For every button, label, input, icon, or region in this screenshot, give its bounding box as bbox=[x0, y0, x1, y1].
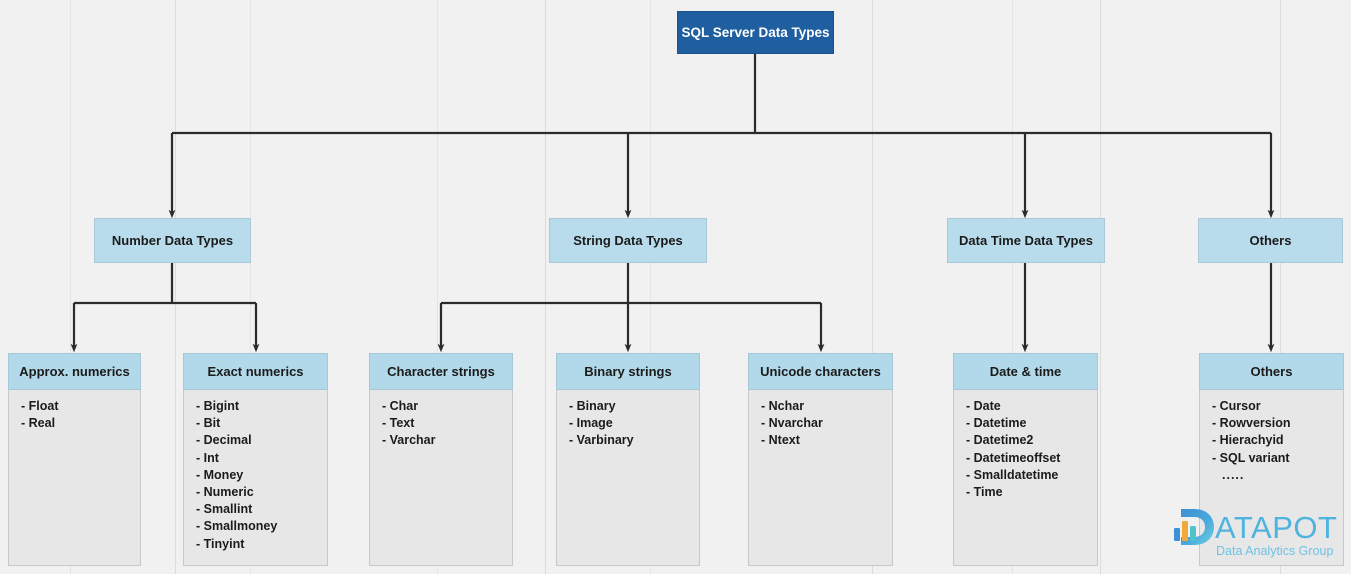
list-item: - Smalldatetime bbox=[966, 467, 1059, 482]
leaf-header: Date & time bbox=[953, 353, 1098, 390]
background-gridline bbox=[1100, 0, 1101, 574]
leaf-header: Exact numerics bbox=[183, 353, 328, 390]
node-data-time-data-types[interactable]: Data Time Data Types bbox=[947, 218, 1105, 263]
list-item: - Decimal bbox=[196, 433, 252, 448]
leaf-header: Unicode characters bbox=[748, 353, 893, 390]
list-item: - Date bbox=[966, 399, 1001, 413]
background-gridline bbox=[175, 0, 176, 574]
list-item: - Bigint bbox=[196, 399, 240, 413]
node-label: Number Data Types bbox=[111, 233, 234, 248]
diagram-canvas: SQL Server Data Types Number Data Types … bbox=[0, 0, 1351, 574]
list-item: - Binary bbox=[569, 399, 616, 413]
leaf-header: Binary strings bbox=[556, 353, 700, 390]
list-item: - Rowversion bbox=[1212, 416, 1291, 431]
list-item: - Hierachyid bbox=[1212, 433, 1284, 448]
leaf-body: - Binary - Image - Varbinary bbox=[556, 390, 700, 566]
list-item: - Varchar bbox=[382, 433, 436, 448]
list-item: - Real bbox=[21, 416, 56, 431]
list-item: - SQL variant bbox=[1212, 450, 1290, 465]
list-item: - Cursor bbox=[1212, 399, 1261, 413]
node-others[interactable]: Others bbox=[1198, 218, 1343, 263]
background-gridline bbox=[545, 0, 546, 574]
leaf-group-exact-numerics[interactable]: Exact numerics - Bigint - Bit - Decimal … bbox=[183, 353, 328, 566]
leaf-body: - Date - Datetime - Datetime2 - Datetime… bbox=[953, 390, 1098, 566]
list-item: - Datetimeoffset bbox=[966, 450, 1061, 465]
list-item: - Ntext bbox=[761, 433, 800, 448]
list-item: - Smallint bbox=[196, 502, 253, 517]
list-item: - Datetime2 bbox=[966, 433, 1034, 448]
list-item: - Image bbox=[569, 416, 613, 431]
leaf-header: Approx. numerics bbox=[8, 353, 141, 390]
list-item-ellipsis: ..... bbox=[1222, 467, 1245, 482]
leaf-header: Others bbox=[1199, 353, 1344, 390]
leaf-group-binary-strings[interactable]: Binary strings - Binary - Image - Varbin… bbox=[556, 353, 700, 566]
leaf-group-approx-numerics[interactable]: Approx. numerics - Float - Real bbox=[8, 353, 141, 566]
list-item: - Time bbox=[966, 485, 1003, 500]
list-item: - Text bbox=[382, 416, 415, 431]
list-item: - Nvarchar bbox=[761, 416, 823, 431]
list-item: - Bit bbox=[196, 416, 221, 431]
logo-wordmark-row: ATAPOT bbox=[1172, 506, 1337, 548]
list-item: - Money bbox=[196, 467, 244, 482]
node-number-data-types[interactable]: Number Data Types bbox=[94, 218, 251, 263]
list-item: - Float bbox=[21, 399, 59, 413]
root-node-label: SQL Server Data Types bbox=[681, 25, 830, 40]
list-item: - Nchar bbox=[761, 399, 805, 413]
leaf-body: - Float - Real bbox=[8, 390, 141, 566]
node-label: Data Time Data Types bbox=[959, 233, 1093, 248]
list-item: - Smallmoney bbox=[196, 519, 278, 534]
leaf-group-unicode-characters[interactable]: Unicode characters - Nchar - Nvarchar - … bbox=[748, 353, 893, 566]
logo-wordmark-text: ATAPOT bbox=[1215, 509, 1338, 545]
datapot-logo: ATAPOT Data Analytics Group bbox=[1172, 506, 1348, 568]
leaf-body: - Char - Text - Varchar bbox=[369, 390, 513, 566]
list-item: - Numeric bbox=[196, 485, 254, 500]
leaf-group-character-strings[interactable]: Character strings - Char - Text - Varcha… bbox=[369, 353, 513, 566]
list-item: - Tinyint bbox=[196, 536, 245, 551]
root-node-sql-server-data-types[interactable]: SQL Server Data Types bbox=[677, 11, 834, 54]
leaf-group-date-and-time[interactable]: Date & time - Date - Datetime - Datetime… bbox=[953, 353, 1098, 566]
list-item: - Varbinary bbox=[569, 433, 634, 448]
datapot-d-barchart-icon bbox=[1174, 509, 1214, 545]
node-label: String Data Types bbox=[573, 233, 683, 248]
logo-tagline: Data Analytics Group bbox=[1216, 544, 1334, 558]
leaf-body: - Nchar - Nvarchar - Ntext bbox=[748, 390, 893, 566]
list-item: - Int bbox=[196, 450, 219, 465]
leaf-body: - Bigint - Bit - Decimal - Int - Money -… bbox=[183, 390, 328, 566]
list-item: - Datetime bbox=[966, 416, 1027, 431]
list-item: - Char bbox=[382, 399, 419, 413]
leaf-header: Character strings bbox=[369, 353, 513, 390]
node-label: Others bbox=[1249, 233, 1292, 248]
node-string-data-types[interactable]: String Data Types bbox=[549, 218, 707, 263]
